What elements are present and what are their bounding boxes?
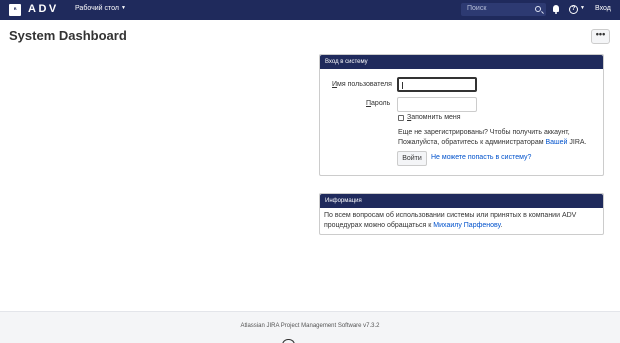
notifications-icon[interactable] — [552, 5, 560, 14]
forgot-login-link[interactable]: Не можете попасть в систему? — [431, 154, 531, 161]
username-field[interactable] — [397, 77, 477, 92]
username-label: Имя пользователя — [332, 81, 392, 88]
help-icon[interactable]: ? — [569, 5, 578, 14]
app-logo-icon[interactable]: ᴿ — [9, 4, 21, 16]
signup-notice-line1: Еще не зарегистрированы? Чтобы получить … — [398, 129, 570, 136]
logo-glyph: ᴿ — [13, 6, 17, 14]
search-icon — [535, 6, 541, 12]
text-cursor — [402, 82, 403, 89]
dashboards-menu-label: Рабочий стол — [75, 5, 119, 12]
more-actions-button[interactable]: ••• — [591, 29, 610, 44]
search-input[interactable]: Поиск — [461, 3, 546, 16]
footer: Atlassian JIRA Project Management Softwa… — [0, 311, 620, 343]
password-label: Пароль — [366, 100, 391, 107]
contact-person-link[interactable]: Михаилу Парфенову — [433, 222, 500, 229]
help-chevron-down-icon[interactable]: ▼ — [580, 5, 585, 11]
info-panel-title: Информация — [320, 194, 603, 208]
password-field[interactable] — [397, 97, 477, 112]
signup-notice: Еще не зарегистрированы? Чтобы получить … — [398, 129, 587, 146]
atlassian-logo-icon[interactable] — [282, 339, 295, 343]
footer-version-text: Atlassian JIRA Project Management Softwa… — [240, 323, 380, 329]
brand-name[interactable]: ADV — [28, 3, 59, 15]
signup-notice-line2: Пожалуйста, обратитесь к администраторам — [398, 139, 546, 146]
search-placeholder: Поиск — [467, 5, 487, 12]
top-navigation-bar: ᴿ ADV Рабочий стол ▼ Поиск ? ▼ Вход — [0, 0, 620, 20]
dashboards-menu[interactable]: Рабочий стол ▼ — [75, 5, 126, 12]
login-link[interactable]: Вход — [595, 5, 611, 12]
info-text: По всем вопросам об использовании систем… — [324, 212, 577, 229]
login-panel: Вход в систему Имя пользователя Пароль З… — [319, 54, 604, 176]
chevron-down-icon: ▼ — [120, 5, 126, 11]
page-title: System Dashboard — [9, 28, 127, 43]
login-panel-title: Вход в систему — [320, 55, 603, 69]
contact-admins-link[interactable]: Вашей — [545, 139, 567, 146]
remember-me-label[interactable]: Запомнить меня — [407, 114, 461, 121]
remember-me-checkbox[interactable] — [398, 115, 404, 121]
login-button[interactable]: Войти — [397, 151, 427, 166]
info-panel: Информация По всем вопросам об использов… — [319, 193, 604, 235]
